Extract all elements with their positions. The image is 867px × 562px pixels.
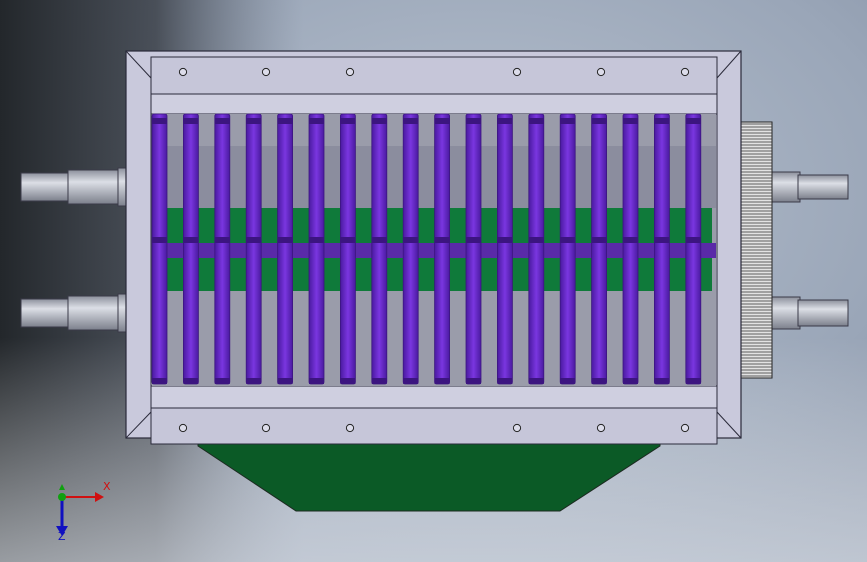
cutter-blade[interactable] [182,113,199,385]
blade-tooth [434,118,450,124]
cutter-blade[interactable] [151,113,168,385]
blade-tooth [528,118,544,124]
blade-tooth [466,237,481,243]
blade-tooth [246,118,262,124]
blade-tooth [560,237,576,243]
cutter-blade[interactable] [402,113,419,385]
right-shaft-lower[interactable] [771,296,849,330]
blade-tooth [277,237,293,243]
drive-gear[interactable] [737,121,773,379]
bolt-hole [512,423,522,433]
cutter-blade[interactable] [654,113,670,385]
bolt-hole [596,67,606,77]
blade-tooth [528,237,544,243]
bolt-hole [680,67,690,77]
cutter-blade[interactable] [685,113,702,385]
blade-tooth [403,237,419,243]
cutter-blade[interactable] [339,113,356,385]
blade-tooth [340,237,356,243]
shredder-model[interactable] [0,0,867,562]
bolt-hole [512,67,522,77]
blade-tooth [466,118,481,124]
blade-tooth [371,118,387,124]
blade-tooth [183,118,199,124]
axis-x-label: X [103,480,111,493]
blade-tooth [246,378,262,384]
blade-tooth [528,378,544,384]
bolt-hole [345,67,355,77]
bolt-hole [178,67,188,77]
cutter-blade[interactable] [591,113,607,385]
left-shaft-lower[interactable] [20,293,127,333]
blade-tooth [685,378,701,384]
blade-tooth [309,237,324,243]
cutter-blade[interactable] [465,113,482,385]
bolt-hole [680,423,690,433]
cutter-blade[interactable] [559,113,576,385]
blade-tooth [623,378,638,384]
left-shaft-upper[interactable] [20,167,127,207]
cutter-blade[interactable] [434,113,451,385]
blade-tooth [152,118,167,124]
bottom-plate[interactable] [150,407,718,445]
blade-tooth [654,237,670,243]
blade-tooth [434,378,450,384]
cutter-blade[interactable] [496,113,513,385]
bolt-hole [596,423,606,433]
blade-tooth [654,118,670,124]
blade-tooth [497,118,513,124]
blade-tooth [214,378,230,384]
blade-tooth [246,237,262,243]
bolt-hole [261,67,271,77]
blade-tooth [497,237,513,243]
blade-tooth [497,378,513,384]
blade-tooth [466,378,481,384]
cad-viewport[interactable]: X Z [0,0,867,562]
blade-tooth [309,378,324,384]
blade-tooth [623,118,638,124]
blade-tooth [434,237,450,243]
blade-tooth [403,118,419,124]
blade-tooth [685,237,701,243]
blade-tooth [183,237,199,243]
blade-tooth [623,237,638,243]
blade-tooth [371,378,387,384]
cutter-blade[interactable] [245,113,262,385]
bolt-hole [345,423,355,433]
blade-tooth [560,118,576,124]
blade-tooth [152,378,167,384]
blade-tooth [685,118,701,124]
right-shaft-upper[interactable] [771,171,849,203]
blade-tooth [340,118,356,124]
blade-tooth [214,237,230,243]
blade-tooth [371,237,387,243]
bolt-hole [261,423,271,433]
cutter-blade[interactable] [214,113,231,385]
cutter-blade[interactable] [622,113,639,385]
blade-tooth [560,378,576,384]
blade-tooth [309,118,324,124]
axis-triad[interactable]: X Z [40,480,120,550]
blade-tooth [591,237,607,243]
axis-z-label: Z [58,530,66,543]
blade-tooth [654,378,670,384]
top-plate[interactable] [150,56,718,95]
cutter-blade[interactable] [371,113,388,385]
blade-tooth [591,378,607,384]
blade-tooth [403,378,419,384]
blade-tooth [152,237,167,243]
blade-tooth [183,378,199,384]
blade-tooth [591,118,607,124]
blade-tooth [277,378,293,384]
blade-tooth [340,378,356,384]
cutter-blade[interactable] [528,113,545,385]
cutter-blade[interactable] [277,113,294,385]
blade-tooth [277,118,293,124]
blade-tooth [214,118,230,124]
bolt-hole [178,423,188,433]
cutter-blade[interactable] [308,113,325,385]
